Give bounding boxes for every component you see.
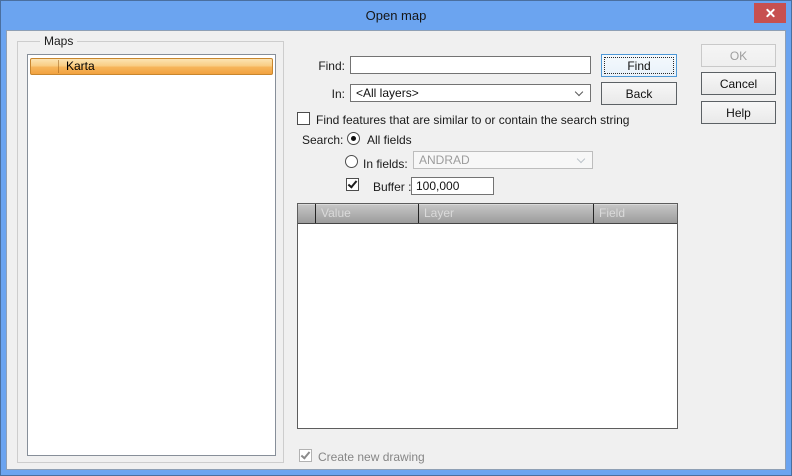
all-fields-radio[interactable] <box>347 132 360 145</box>
similar-checkbox[interactable] <box>297 112 310 125</box>
help-button[interactable]: Help <box>701 101 776 124</box>
chevron-down-icon <box>575 88 583 96</box>
all-fields-radio-label[interactable]: All fields <box>367 133 412 147</box>
create-new-drawing-label: Create new drawing <box>318 450 425 464</box>
results-grid-body[interactable] <box>298 224 677 428</box>
radio-dot <box>351 136 356 141</box>
search-label: Search: <box>302 133 343 147</box>
column-header-layer[interactable]: Layer <box>419 204 594 223</box>
cancel-button[interactable]: Cancel <box>701 72 776 95</box>
column-header-value[interactable]: Value <box>316 204 419 223</box>
in-layers-combobox[interactable]: <All layers> <box>350 84 591 102</box>
in-fields-selected-value: ANDRAD <box>419 153 470 167</box>
find-button[interactable]: Find <box>601 54 677 77</box>
close-icon <box>765 8 776 19</box>
ok-button: OK <box>701 44 776 67</box>
list-item-label: Karta <box>66 59 95 73</box>
column-header-field[interactable]: Field <box>594 204 677 223</box>
results-grid[interactable]: Value Layer Field <box>297 203 678 429</box>
create-new-drawing-checkbox <box>299 449 312 462</box>
in-label: In: <box>297 87 345 101</box>
in-fields-combobox: ANDRAD <box>413 151 593 169</box>
find-label: Find: <box>297 59 345 73</box>
maps-listbox[interactable]: Karta <box>27 54 276 456</box>
checkmark-icon <box>301 449 311 459</box>
find-input[interactable] <box>350 56 591 74</box>
window-title: Open map <box>366 8 427 23</box>
open-map-dialog: Open map Maps Karta Find: Find In: <All … <box>0 0 792 476</box>
titlebar: Open map <box>1 1 791 30</box>
in-fields-radio-label[interactable]: In fields: <box>363 157 408 171</box>
in-layers-selected-value: <All layers> <box>356 86 419 100</box>
buffer-checkbox[interactable] <box>346 178 359 191</box>
maps-group-label: Maps <box>40 34 77 48</box>
buffer-input[interactable] <box>411 177 494 195</box>
chevron-down-icon <box>577 155 585 163</box>
close-button[interactable] <box>754 3 786 23</box>
checkmark-icon <box>348 178 358 188</box>
in-fields-radio[interactable] <box>345 155 358 168</box>
similar-checkbox-label[interactable]: Find features that are similar to or con… <box>316 113 629 127</box>
results-grid-header: Value Layer Field <box>298 204 677 224</box>
list-item-divider <box>58 60 59 73</box>
column-header-rowselector[interactable] <box>298 204 316 223</box>
buffer-label[interactable]: Buffer : <box>373 180 411 194</box>
list-item-karta[interactable]: Karta <box>30 58 273 75</box>
back-button[interactable]: Back <box>601 82 677 105</box>
